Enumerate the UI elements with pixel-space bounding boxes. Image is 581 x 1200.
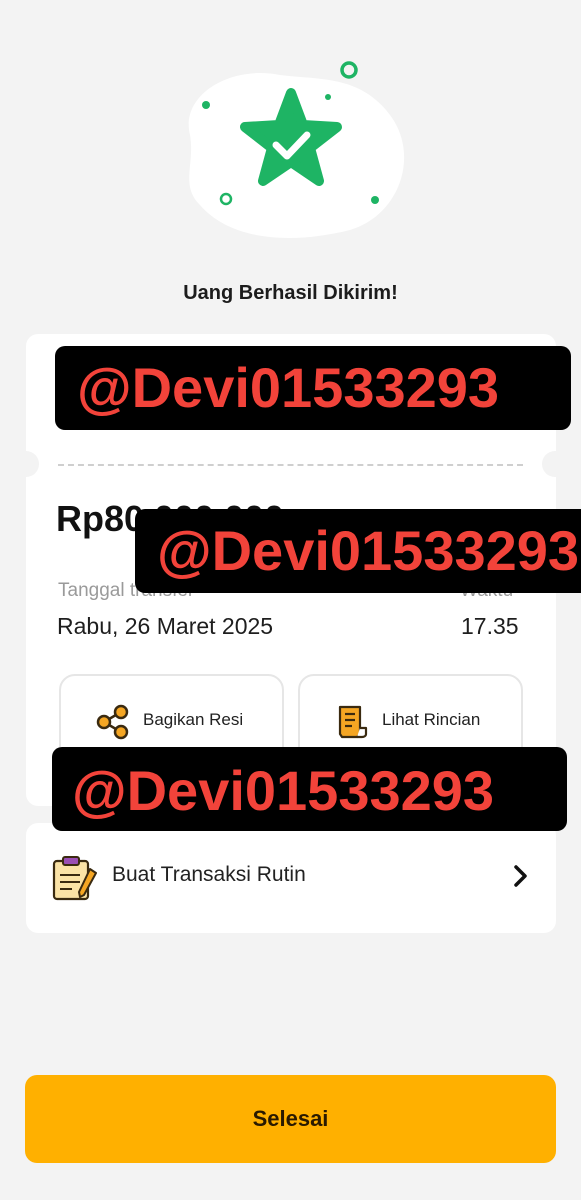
- share-receipt-label: Bagikan Resi: [143, 710, 244, 729]
- clipboard-icon: [52, 856, 97, 901]
- create-routine-transaction[interactable]: Buat Transaksi Rutin: [26, 823, 556, 933]
- watermark-overlay: @Devi01533293: [55, 346, 571, 430]
- share-icon: [96, 704, 129, 740]
- watermark-overlay: @Devi01533293: [135, 509, 581, 593]
- view-details-label: Lihat Rincian: [382, 710, 481, 729]
- create-routine-label: Buat Transaksi Rutin: [112, 863, 306, 886]
- watermark-overlay: @Devi01533293: [52, 747, 567, 831]
- chevron-right-icon: [514, 865, 527, 887]
- success-illustration: [170, 55, 415, 245]
- time-value: 17.35: [461, 613, 519, 639]
- done-button[interactable]: Selesai: [25, 1075, 556, 1163]
- star-check-icon: [188, 61, 405, 238]
- dashed-divider: [58, 464, 523, 466]
- ticket-notch-left: [13, 451, 39, 477]
- date-value: Rabu, 26 Maret 2025: [57, 613, 274, 639]
- ticket-notch-right: [542, 451, 568, 477]
- receipt-icon: [338, 705, 368, 739]
- success-title: Uang Berhasil Dikirim!: [183, 282, 398, 304]
